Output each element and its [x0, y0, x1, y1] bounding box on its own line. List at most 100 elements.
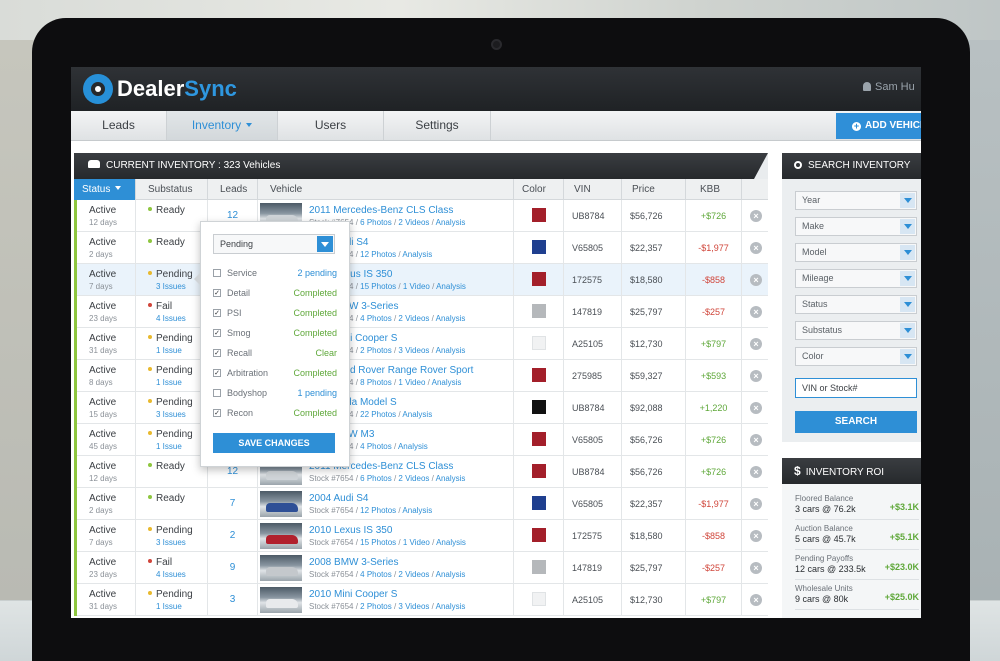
close-icon[interactable]: ×: [750, 274, 762, 286]
tab-leads[interactable]: Leads: [71, 111, 167, 140]
videos-link[interactable]: 2 Videos: [398, 570, 429, 579]
table-row[interactable]: Active 45 days Pending 1 Issue 6 2011 BM…: [74, 424, 768, 456]
status-cell[interactable]: Active 8 days: [74, 360, 136, 392]
analysis-link[interactable]: Analysis: [402, 250, 432, 259]
issues-link[interactable]: 3 Issues: [148, 410, 207, 419]
videos-link[interactable]: 1 Video: [403, 282, 430, 291]
substatus-cell[interactable]: Pending 1 Issue: [136, 328, 208, 360]
logo[interactable]: Dealer Sync: [83, 73, 237, 105]
checkbox[interactable]: [213, 269, 221, 277]
vehicle-title-link[interactable]: 2004 Audi S4: [309, 493, 369, 504]
checklist-item[interactable]: ✓ Arbitration Completed: [213, 364, 337, 382]
photos-link[interactable]: 4 Photos: [360, 442, 392, 451]
checklist-item[interactable]: Service 2 pending: [213, 264, 337, 282]
filter-select-substatus[interactable]: Substatus: [795, 321, 917, 340]
videos-link[interactable]: 2 Videos: [398, 474, 429, 483]
status-cell[interactable]: Active 7 days: [74, 264, 136, 296]
tab-inventory[interactable]: Inventory: [167, 111, 278, 140]
filter-select-status[interactable]: Status: [795, 295, 917, 314]
vehicle-thumbnail[interactable]: [260, 555, 302, 581]
close-icon[interactable]: ×: [750, 498, 762, 510]
substatus-select[interactable]: Pending: [213, 234, 335, 254]
vehicle-title-link[interactable]: 2008 BMW 3-Series: [309, 557, 398, 568]
analysis-link[interactable]: Analysis: [436, 570, 466, 579]
analysis-link[interactable]: Analysis: [436, 538, 466, 547]
checkbox[interactable]: ✓: [213, 369, 221, 377]
videos-link[interactable]: 2 Videos: [398, 314, 429, 323]
close-icon[interactable]: ×: [750, 210, 762, 222]
vehicle-title-link[interactable]: 2011 Mercedes-Benz CLS Class: [309, 205, 453, 216]
analysis-link[interactable]: Analysis: [402, 410, 432, 419]
user-menu[interactable]: Sam Hu: [863, 81, 915, 93]
column-leads[interactable]: Leads: [208, 179, 258, 200]
status-cell[interactable]: Active 45 days: [74, 424, 136, 456]
analysis-link[interactable]: Analysis: [436, 282, 466, 291]
status-cell[interactable]: Active 23 days: [74, 552, 136, 584]
close-icon[interactable]: ×: [750, 242, 762, 254]
table-row[interactable]: Active 23 days Fail 4 Issues 9 2008 BMW …: [74, 296, 768, 328]
column-status[interactable]: Status: [74, 179, 136, 200]
videos-link[interactable]: 3 Videos: [398, 346, 429, 355]
status-cell[interactable]: Active 15 days: [74, 392, 136, 424]
videos-link[interactable]: 3 Videos: [398, 602, 429, 611]
table-row[interactable]: Active 2 days Ready 7 2004 Audi S4 Stock…: [74, 232, 768, 264]
filter-select-mileage[interactable]: Mileage: [795, 269, 917, 288]
column-vin[interactable]: VIN: [564, 179, 622, 200]
analysis-link[interactable]: Analysis: [436, 218, 466, 227]
table-row[interactable]: Active 2 days Ready 7 2004 Audi S4 Stock…: [74, 488, 768, 520]
column-substatus[interactable]: Substatus: [136, 179, 208, 200]
analysis-link[interactable]: Analysis: [398, 442, 428, 451]
search-button[interactable]: SEARCH: [795, 411, 917, 433]
table-row[interactable]: Active 7 days Pending 3 Issues 2 2010 Le…: [74, 520, 768, 552]
checkbox[interactable]: ✓: [213, 409, 221, 417]
checklist-item[interactable]: ✓ Recall Clear: [213, 344, 337, 362]
videos-link[interactable]: 1 Video: [398, 378, 425, 387]
analysis-link[interactable]: Analysis: [436, 346, 466, 355]
vehicle-thumbnail[interactable]: [260, 587, 302, 613]
videos-link[interactable]: 2 Videos: [398, 218, 429, 227]
checklist-item[interactable]: ✓ PSI Completed: [213, 304, 337, 322]
status-cell[interactable]: Active 12 days: [74, 456, 136, 488]
table-row[interactable]: Active 12 days Ready 12 2011 Mercedes-Be…: [74, 200, 768, 232]
checklist-item[interactable]: ✓ Detail Completed: [213, 284, 337, 302]
photos-link[interactable]: 2 Photos: [360, 602, 392, 611]
table-row[interactable]: Active 15 days Pending 3 Issues 4 2012 T…: [74, 392, 768, 424]
substatus-cell[interactable]: Fail 4 Issues: [136, 552, 208, 584]
substatus-cell[interactable]: Ready: [136, 488, 208, 520]
filter-select-color[interactable]: Color: [795, 347, 917, 366]
substatus-cell[interactable]: Ready: [136, 232, 208, 264]
table-row[interactable]: Active 31 days Pending 1 Issue 3 2010 Mi…: [74, 584, 768, 616]
substatus-cell[interactable]: Ready: [136, 456, 208, 488]
substatus-cell[interactable]: Pending 1 Issue: [136, 584, 208, 616]
vin-stock-input[interactable]: [795, 378, 917, 398]
column-color[interactable]: Color: [514, 179, 564, 200]
issues-link[interactable]: 1 Issue: [148, 442, 207, 451]
vehicle-title-link[interactable]: 2010 Lexus IS 350: [309, 525, 392, 536]
issues-link[interactable]: 1 Issue: [148, 602, 207, 611]
photos-link[interactable]: 2 Photos: [360, 346, 392, 355]
issues-link[interactable]: 4 Issues: [148, 314, 207, 323]
checkbox[interactable]: [213, 389, 221, 397]
checkbox[interactable]: ✓: [213, 329, 221, 337]
chevron-down-icon[interactable]: [317, 236, 333, 252]
photos-link[interactable]: 4 Photos: [360, 570, 392, 579]
checkbox[interactable]: ✓: [213, 349, 221, 357]
status-cell[interactable]: Active 2 days: [74, 488, 136, 520]
table-row[interactable]: Active 23 days Fail 4 Issues 9 2008 BMW …: [74, 552, 768, 584]
leads-link[interactable]: 7: [208, 488, 258, 520]
checkbox[interactable]: ✓: [213, 309, 221, 317]
substatus-cell[interactable]: Pending 1 Issue: [136, 360, 208, 392]
analysis-link[interactable]: Analysis: [436, 602, 466, 611]
close-icon[interactable]: ×: [750, 370, 762, 382]
status-cell[interactable]: Active 7 days: [74, 520, 136, 552]
close-icon[interactable]: ×: [750, 306, 762, 318]
leads-link[interactable]: 3: [208, 584, 258, 616]
close-icon[interactable]: ×: [750, 530, 762, 542]
status-cell[interactable]: Active 12 days: [74, 200, 136, 232]
checklist-item[interactable]: ✓ Smog Completed: [213, 324, 337, 342]
videos-link[interactable]: 1 Video: [403, 538, 430, 547]
table-row[interactable]: Active 31 days Pending 1 Issue 3 2010 Mi…: [74, 328, 768, 360]
column-vehicle[interactable]: Vehicle: [258, 179, 514, 200]
analysis-link[interactable]: Analysis: [436, 314, 466, 323]
table-row[interactable]: Active 12 days Ready 12 2011 Mercedes-Be…: [74, 456, 768, 488]
